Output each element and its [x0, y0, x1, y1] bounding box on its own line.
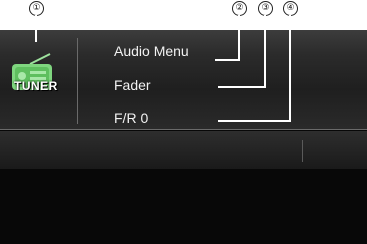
source-panel: TUNER Audio Menu Fader F/R 0 — [0, 30, 367, 129]
lower-bar — [0, 131, 367, 169]
lower-bar-divider — [302, 140, 303, 162]
menu-item-audio-menu[interactable]: Audio Menu — [114, 43, 189, 59]
section-divider — [0, 129, 367, 130]
callout-4: ④ — [283, 1, 298, 16]
panel-divider — [77, 38, 78, 124]
menu-item-fader[interactable]: Fader — [114, 77, 151, 93]
callout-3: ③ — [258, 1, 273, 16]
callout-1: ① — [29, 1, 44, 16]
menu-item-fr-balance[interactable]: F/R 0 — [114, 110, 148, 126]
device-screen: TUNER Audio Menu Fader F/R 0 — [0, 30, 367, 244]
callout-row: ① ② ③ ④ — [0, 0, 367, 30]
source-label: TUNER — [14, 79, 58, 93]
callout-2: ② — [232, 1, 247, 16]
